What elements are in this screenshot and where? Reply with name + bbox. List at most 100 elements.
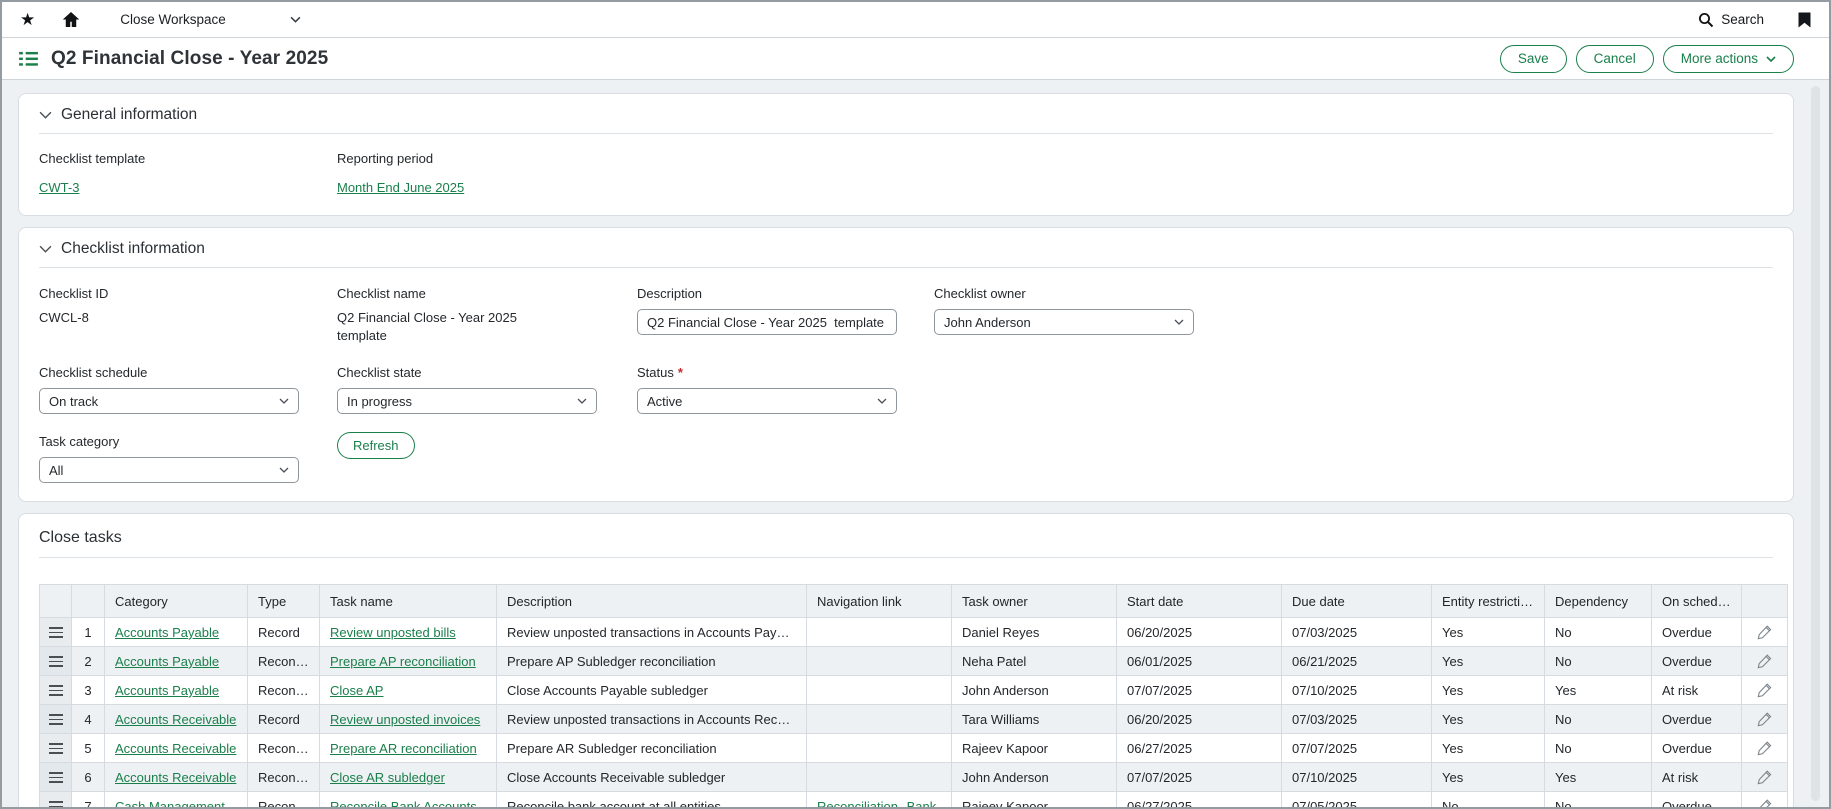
- on-schedule-cell: Overdue: [1652, 734, 1742, 763]
- drag-handle-icon[interactable]: [40, 792, 71, 807]
- category-link[interactable]: Accounts Payable: [115, 654, 219, 669]
- drag-handle-icon[interactable]: [40, 763, 71, 791]
- task-name-link[interactable]: Close AP: [330, 683, 383, 698]
- refresh-button[interactable]: Refresh: [337, 432, 415, 459]
- category-cell: Accounts Payable: [105, 676, 248, 705]
- description-cell: Prepare AP Subledger reconciliation: [497, 647, 807, 676]
- due-date-cell: 07/07/2025: [1282, 734, 1432, 763]
- navigation-link-cell: [807, 618, 952, 647]
- task-name-column-header: Task name: [320, 585, 497, 618]
- entity-restriction-cell: Yes: [1432, 618, 1545, 647]
- checklist-state-select[interactable]: In progress: [337, 388, 597, 414]
- search-button[interactable]: Search: [1698, 12, 1764, 28]
- home-button[interactable]: [62, 11, 80, 28]
- task-name-link[interactable]: Reconcile Bank Accounts: [330, 799, 477, 807]
- reporting-period-label: Reporting period: [337, 151, 433, 166]
- checklist-name-value: Q2 Financial Close - Year 2025 template: [337, 309, 517, 345]
- general-information-header[interactable]: General information: [39, 106, 1773, 134]
- task-name-cell: Prepare AP reconciliation: [320, 647, 497, 676]
- bookmark-icon: [1798, 12, 1811, 28]
- chevron-down-icon: [1766, 56, 1776, 62]
- checklist-state-label: Checklist state: [337, 365, 607, 380]
- checklist-information-header[interactable]: Checklist information: [39, 240, 1773, 268]
- edit-task-button[interactable]: [1742, 705, 1787, 733]
- checklist-icon: [19, 51, 38, 67]
- description-column-header: Description: [497, 585, 807, 618]
- due-date-cell: 06/21/2025: [1282, 647, 1432, 676]
- navigation-link-cell: [807, 763, 952, 792]
- checklist-name-field: Checklist name Q2 Financial Close - Year…: [337, 286, 637, 345]
- edit-cell: [1742, 705, 1788, 734]
- drag-handle-icon[interactable]: [40, 676, 71, 704]
- checklist-template-link[interactable]: CWT-3: [39, 180, 79, 195]
- chevron-down-icon: [279, 467, 289, 473]
- category-link[interactable]: Accounts Receivable: [115, 741, 236, 756]
- bookmark-button[interactable]: [1798, 12, 1811, 28]
- checklist-schedule-select[interactable]: On track: [39, 388, 299, 414]
- row-number-cell: 6: [72, 763, 105, 792]
- close-tasks-header: Close tasks: [39, 526, 1773, 558]
- page-scrollbar[interactable]: [1811, 86, 1820, 801]
- due-date-column-header: Due date: [1282, 585, 1432, 618]
- drag-handle-icon[interactable]: [40, 734, 71, 762]
- favorite-star-button[interactable]: ★: [20, 11, 35, 28]
- drag-handle-icon[interactable]: [40, 618, 71, 646]
- drag-handle-icon[interactable]: [40, 705, 71, 733]
- dependency-cell: No: [1545, 647, 1652, 676]
- dependency-cell: No: [1545, 792, 1652, 807]
- checklist-schedule-label: Checklist schedule: [39, 365, 307, 380]
- edit-task-button[interactable]: [1742, 763, 1787, 791]
- edit-task-button[interactable]: [1742, 676, 1787, 704]
- edit-task-button[interactable]: [1742, 792, 1787, 807]
- navigation-link-cell: [807, 647, 952, 676]
- edit-task-button[interactable]: [1742, 734, 1787, 762]
- save-button[interactable]: Save: [1500, 45, 1567, 73]
- reporting-period-link[interactable]: Month End June 2025: [337, 180, 464, 195]
- entity-restriction-column-header: Entity restriction: [1432, 585, 1545, 618]
- description-input[interactable]: [637, 309, 897, 335]
- table-row: 5 Accounts Receivable Reconcile Prepare …: [40, 734, 1788, 763]
- category-link[interactable]: Accounts Receivable: [115, 712, 236, 727]
- workspace-selector[interactable]: Close Workspace: [120, 12, 301, 27]
- edit-task-button[interactable]: [1742, 647, 1787, 675]
- category-link[interactable]: Accounts Payable: [115, 683, 219, 698]
- navigation-link-cell: [807, 676, 952, 705]
- on-schedule-cell: At risk: [1652, 676, 1742, 705]
- category-link[interactable]: Accounts Receivable: [115, 770, 236, 785]
- category-link[interactable]: Cash Management: [115, 799, 225, 807]
- type-cell: Reconcile: [248, 647, 320, 676]
- due-date-cell: 07/03/2025: [1282, 618, 1432, 647]
- task-owner-cell: John Anderson: [952, 676, 1117, 705]
- task-category-select[interactable]: All: [39, 457, 299, 483]
- edit-task-button[interactable]: [1742, 618, 1787, 646]
- chevron-down-icon: [290, 16, 301, 23]
- save-button-label: Save: [1518, 51, 1549, 66]
- type-cell: Record: [248, 618, 320, 647]
- page-title: Q2 Financial Close - Year 2025: [51, 48, 328, 70]
- description-label: Description: [637, 286, 904, 301]
- app-window: ★ Close Workspace Search Q: [0, 0, 1831, 809]
- cancel-button[interactable]: Cancel: [1576, 45, 1654, 73]
- start-date-cell: 07/07/2025: [1117, 676, 1282, 705]
- drag-handle-icon[interactable]: [40, 647, 71, 675]
- category-cell: Accounts Receivable: [105, 763, 248, 792]
- task-name-link[interactable]: Prepare AR reconciliation: [330, 741, 477, 756]
- more-actions-label: More actions: [1681, 51, 1758, 66]
- task-name-link[interactable]: Review unposted invoices: [330, 712, 480, 727]
- star-icon: ★: [20, 11, 35, 28]
- checklist-template-label: Checklist template: [39, 151, 145, 166]
- navigation-link[interactable]: Reconciliation--Bank: [817, 799, 936, 807]
- row-number-cell: 2: [72, 647, 105, 676]
- task-owner-cell: John Anderson: [952, 763, 1117, 792]
- more-actions-button[interactable]: More actions: [1663, 45, 1794, 73]
- task-name-link[interactable]: Review unposted bills: [330, 625, 456, 640]
- task-name-link[interactable]: Close AR subledger: [330, 770, 445, 785]
- description-cell: Reconcile bank account at all entities: [497, 792, 807, 807]
- task-name-link[interactable]: Prepare AP reconciliation: [330, 654, 476, 669]
- checklist-owner-select[interactable]: John Anderson: [934, 309, 1194, 335]
- home-icon: [62, 11, 80, 28]
- task-name-cell: Close AR subledger: [320, 763, 497, 792]
- category-link[interactable]: Accounts Payable: [115, 625, 219, 640]
- status-select[interactable]: Active: [637, 388, 897, 414]
- checklist-name-label: Checklist name: [337, 286, 607, 301]
